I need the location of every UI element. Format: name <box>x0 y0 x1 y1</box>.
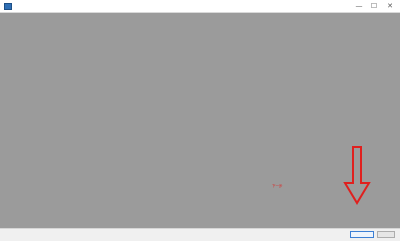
red-arrow-icon <box>343 146 371 205</box>
title-bar: — ☐ ✕ <box>0 0 400 13</box>
wizard-footer <box>0 228 400 241</box>
next-button[interactable] <box>350 231 374 238</box>
wizard-content-area <box>0 13 400 228</box>
annotation-callout: 下一步 <box>272 184 283 188</box>
cancel-button[interactable] <box>377 231 395 238</box>
close-button[interactable]: ✕ <box>383 0 397 12</box>
minimize-button[interactable]: — <box>352 0 366 12</box>
app-icon <box>4 3 12 10</box>
maximize-button[interactable]: ☐ <box>367 0 381 12</box>
